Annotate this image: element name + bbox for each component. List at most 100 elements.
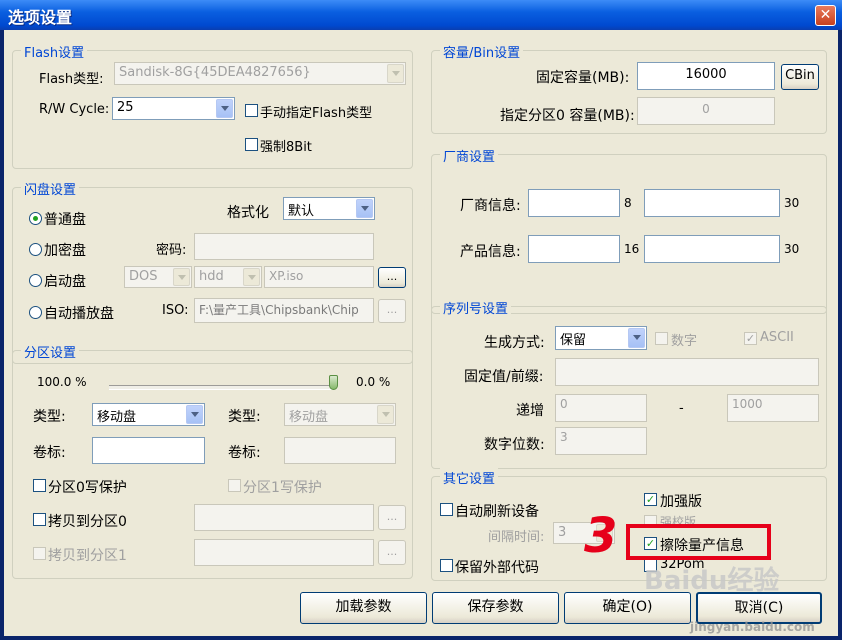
partition0-write-protect-checkbox[interactable] [33,479,46,492]
partition0-capacity-input: 0 [637,97,775,125]
flash-type-select: Sandisk-8G{45DEA4827656} [114,62,406,85]
chevron-down-icon[interactable] [356,199,373,218]
manual-flash-label: 手动指定Flash类型 [260,106,373,121]
interval-label: 间隔时间: [488,530,545,545]
copy-to-partition1-input [194,539,374,566]
boot-dos-select: DOS [124,266,192,288]
serial-settings-legend: 序列号设置 [440,298,512,317]
cbin-button[interactable]: CBin [781,64,819,90]
highlight-box [626,524,771,560]
format-select[interactable]: 默认 [283,197,375,220]
rw-cycle-select[interactable]: 25 [112,97,235,120]
digits-count-input: 3 [555,427,647,455]
serial-settings-group: 序列号设置 生成方式: 保留 数字 ✓ ASCII 固定值/前缀: 递增 0 -… [431,298,827,469]
flash-settings-group: Flash设置 Flash类型: Sandisk-8G{45DEA4827656… [12,42,413,169]
digits-count-value: 3 [560,430,568,444]
chevron-down-icon[interactable] [216,99,233,118]
partition0-capacity-value: 0 [702,102,710,116]
increment-to-input: 1000 [727,394,819,422]
partition1-volume-label: 卷标: [228,445,261,461]
partition-settings-group: 分区设置 100.0 % 0.0 % 类型: 移动盘 类型: 移动盘 卷标: 卷… [12,342,413,579]
other-settings-legend: 其它设置 [440,468,499,487]
vendor-info-input[interactable] [528,189,620,217]
copy-to-partition1-checkbox [33,547,46,560]
increment-dash: - [679,401,684,416]
capacity-settings-group: 容量/Bin设置 固定容量(MB): 16000 CBin 指定分区0 容量(M… [431,42,827,134]
format-label: 格式化 [227,205,269,221]
copy-to-partition0-checkbox[interactable] [33,513,46,526]
partition1-type-value: 移动盘 [289,410,329,425]
partition1-type-select: 移动盘 [284,403,396,426]
dialog-client: Flash设置 Flash类型: Sandisk-8G{45DEA4827656… [4,30,838,636]
copy-to-partition1-browse-button: ... [378,540,406,565]
force-8bit-label: 强制8Bit [260,140,312,155]
close-button[interactable]: ✕ [815,5,836,26]
partition0-type-select[interactable]: 移动盘 [92,403,205,426]
boot-image-input: XP.iso [264,266,374,288]
manual-flash-checkbox[interactable] [245,104,258,117]
disk-settings-group: 闪盘设置 普通盘 格式化 默认 加密盘 密码: 启动盘 DOS hdd XP.i… [12,179,413,364]
capacity-settings-legend: 容量/Bin设置 [440,42,524,61]
autoplay-disk-label: 自动播放盘 [44,306,114,322]
partition0-write-protect-label: 分区0写保护 [48,480,127,496]
flash-type-value: Sandisk-8G{45DEA4827656} [119,65,311,80]
partition-slider-track[interactable] [109,385,334,390]
product-info-input[interactable] [528,235,620,263]
chevron-down-icon [387,64,404,83]
boot-disk-label: 启动盘 [44,274,86,290]
generate-mode-select[interactable]: 保留 [555,326,647,350]
prefix-label: 固定值/前缀: [464,369,544,385]
watermark-brand: Baidu经验 [644,566,780,596]
enhanced-label: 加强版 [660,494,702,510]
flash-type-label: Flash类型: [39,72,104,87]
enhanced-checkbox[interactable]: ✓ [644,493,657,506]
boot-dos-value: DOS [129,269,158,284]
increment-from-input: 0 [555,394,647,422]
boot-disk-radio[interactable] [29,274,42,287]
boot-hdd-select: hdd [194,266,262,288]
partition0-volume-label: 卷标: [33,445,66,461]
partition0-type-label: 类型: [33,409,66,425]
title-bar[interactable]: 选项设置 ✕ [0,0,842,30]
partition1-type-label: 类型: [228,409,261,425]
chevron-down-icon[interactable] [186,405,203,424]
iso-path-value: F:\量产工具\Chipsbank\Chip [199,303,359,317]
fixed-capacity-input[interactable]: 16000 [637,62,775,90]
iso-label: ISO: [162,303,189,318]
product-info-input-2[interactable] [644,235,780,263]
copy-to-partition0-label: 拷贝到分区0 [48,514,127,530]
boot-browse-button[interactable]: ... [378,267,406,288]
partition1-write-protect-label: 分区1写保护 [243,480,322,496]
vendor-info-label: 厂商信息: [460,198,521,214]
increment-to-value: 1000 [732,397,763,411]
vendor-settings-legend: 厂商设置 [440,146,499,165]
normal-disk-label: 普通盘 [44,212,86,228]
partition0-volume-input[interactable] [92,437,205,464]
password-label: 密码: [156,243,187,258]
auto-refresh-checkbox[interactable] [440,503,453,516]
partition-slider-thumb[interactable] [329,375,338,390]
copy-to-partition0-browse-button: ... [378,505,406,530]
flash-settings-legend: Flash设置 [21,42,88,61]
increment-from-value: 0 [560,397,568,411]
chevron-down-icon [377,405,394,424]
ascii-label: ASCII [760,330,794,345]
autoplay-disk-radio[interactable] [29,306,42,319]
normal-disk-radio[interactable] [29,212,42,225]
dialog-window: 选项设置 ✕ Flash设置 Flash类型: Sandisk-8G{45DEA… [0,0,842,640]
digit-checkbox [655,332,668,345]
auto-refresh-label: 自动刷新设备 [455,504,539,520]
chevron-down-icon[interactable] [628,328,645,348]
save-params-button[interactable]: 保存参数 [432,592,559,624]
generate-mode-value: 保留 [560,333,587,348]
encrypt-disk-label: 加密盘 [44,243,86,259]
ascii-checkbox: ✓ [744,332,757,345]
encrypt-disk-radio[interactable] [29,243,42,256]
chevron-down-icon [243,268,260,286]
keep-external-code-checkbox[interactable] [440,559,453,572]
partition1-write-protect-checkbox [228,479,241,492]
format-value: 默认 [288,204,315,219]
force-8bit-checkbox[interactable] [245,138,258,151]
load-params-button[interactable]: 加载参数 [300,592,427,624]
vendor-info-input-2[interactable] [644,189,780,217]
